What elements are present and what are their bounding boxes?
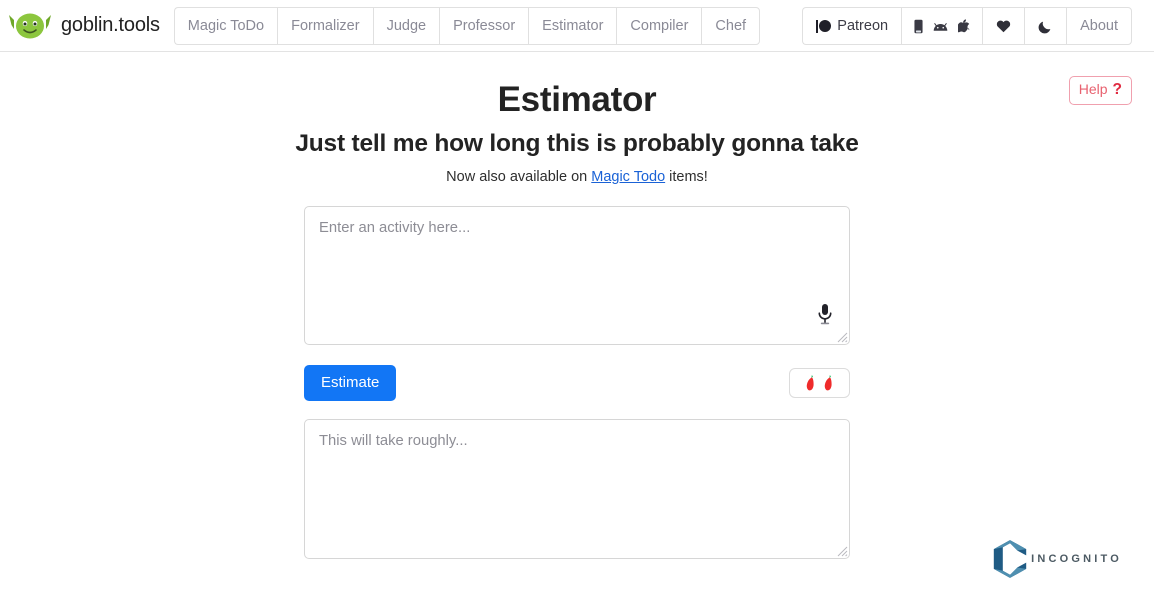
tab-magic-todo[interactable]: Magic ToDo <box>173 6 278 45</box>
chili-pepper-icon <box>823 375 834 392</box>
incognito-hex-logo-icon <box>992 539 1028 579</box>
page-title: Estimator <box>497 80 657 119</box>
patreon-button[interactable]: Patreon <box>801 7 902 45</box>
activity-input-wrapper <box>304 206 850 345</box>
primary-tabs: Magic ToDo Formalizer Judge Professor Es… <box>173 6 761 45</box>
question-mark-icon: ? <box>1112 81 1122 98</box>
dark-mode-toggle[interactable] <box>1024 7 1067 45</box>
activity-input[interactable] <box>304 206 850 345</box>
brand-home-link[interactable]: goblin.tools <box>8 11 160 41</box>
incognito-watermark: INCOGNITO <box>992 539 1122 579</box>
apple-icon <box>958 18 970 34</box>
help-button-label: Help <box>1078 81 1108 97</box>
tab-professor[interactable]: Professor <box>439 6 529 45</box>
page-subtitle: Just tell me how long this is probably g… <box>295 130 859 157</box>
microphone-icon[interactable] <box>816 303 834 325</box>
moon-icon <box>1038 19 1053 34</box>
tab-estimator[interactable]: Estimator <box>528 6 617 45</box>
patreon-logo-icon <box>815 19 832 33</box>
spiciness-selector[interactable] <box>789 368 850 398</box>
estimate-output-wrapper <box>304 419 850 559</box>
top-navbar: goblin.tools Magic ToDo Formalizer Judge… <box>0 0 1154 52</box>
tab-formalizer[interactable]: Formalizer <box>277 6 373 45</box>
estimate-button[interactable]: Estimate <box>304 365 397 401</box>
page-note-suffix: items! <box>665 169 708 185</box>
about-button[interactable]: About <box>1066 7 1132 45</box>
tab-judge[interactable]: Judge <box>372 6 440 45</box>
patreon-label: Patreon <box>837 18 889 34</box>
help-button[interactable]: Help ? <box>1068 76 1132 105</box>
incognito-wordmark: INCOGNITO <box>1031 553 1122 565</box>
donate-heart-button[interactable] <box>982 7 1025 45</box>
mobile-phone-icon <box>914 19 923 34</box>
heart-icon <box>996 19 1011 33</box>
page-note-prefix: Now also available on <box>446 169 592 185</box>
main-content: Help ? Estimator Just tell me how long t… <box>0 52 1154 591</box>
estimator-panel: Estimate <box>304 185 850 559</box>
tab-compiler[interactable]: Compiler <box>616 6 702 45</box>
controls-row: Estimate <box>304 365 850 401</box>
platforms-button[interactable] <box>901 7 983 45</box>
navbar-right-group: Patreon About <box>801 7 1132 45</box>
page-note: Now also available on Magic Todo items! <box>0 169 1154 185</box>
android-icon <box>932 21 949 32</box>
chili-pepper-icon <box>805 375 816 392</box>
tab-chef[interactable]: Chef <box>701 6 761 45</box>
estimate-output[interactable] <box>304 419 850 559</box>
magic-todo-link[interactable]: Magic Todo <box>591 169 665 185</box>
goblin-head-icon <box>8 11 52 41</box>
brand-name: goblin.tools <box>61 14 160 36</box>
